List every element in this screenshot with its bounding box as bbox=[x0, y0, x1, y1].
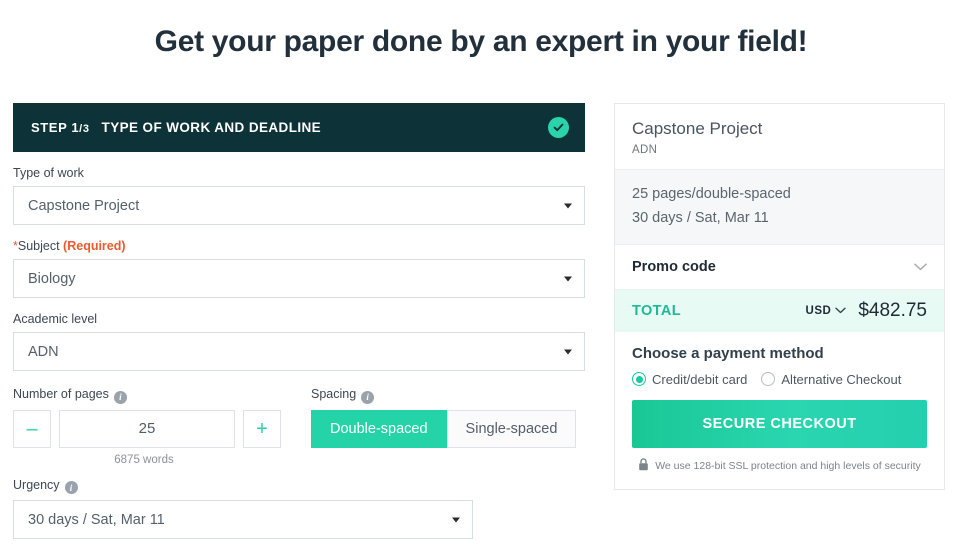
payment-option-alternative-checkout[interactable]: Alternative Checkout bbox=[761, 372, 901, 387]
type-of-work-label: Type of work bbox=[13, 166, 84, 180]
chevron-down-icon bbox=[564, 203, 572, 208]
type-of-work-field: Type of work Capstone Project bbox=[13, 166, 585, 225]
total-amount: $482.75 bbox=[858, 299, 927, 321]
subject-value: Biology bbox=[28, 270, 76, 287]
chevron-down-icon bbox=[452, 517, 460, 522]
ssl-text: We use 128-bit SSL protection and high l… bbox=[655, 459, 921, 472]
step-number-text: STEP 1 bbox=[31, 120, 80, 135]
academic-level-label: Academic level bbox=[13, 312, 98, 326]
number-of-pages-label-text: Number of pages bbox=[13, 387, 109, 401]
urgency-value: 30 days / Sat, Mar 11 bbox=[28, 511, 165, 528]
secure-checkout-button[interactable]: SECURE CHECKOUT bbox=[632, 399, 927, 448]
step-number-fraction: /3 bbox=[79, 123, 90, 135]
spacing-label-text: Spacing bbox=[311, 387, 357, 401]
pages-and-spacing-row: Number of pages i – 25 + 6875 words Spaci… bbox=[13, 387, 585, 466]
step-title: TYPE OF WORK AND DEADLINE bbox=[101, 120, 322, 135]
decrement-pages-button[interactable]: – bbox=[13, 409, 51, 448]
type-of-work-select[interactable]: Capstone Project bbox=[13, 186, 585, 225]
info-icon[interactable]: i bbox=[113, 390, 127, 404]
pages-stepper: – 25 + bbox=[13, 409, 303, 448]
order-form-page: Get your paper done by an expert in your… bbox=[0, 0, 962, 549]
promo-code-toggle[interactable]: Promo code bbox=[615, 244, 944, 289]
ssl-notice: We use 128-bit SSL protection and high l… bbox=[632, 457, 927, 474]
step-header: STEP 1/3 TYPE OF WORK AND DEADLINE bbox=[13, 103, 585, 152]
urgency-label-text: Urgency bbox=[13, 477, 60, 492]
summary-header: Capstone Project ADN bbox=[615, 104, 944, 170]
info-icon[interactable]: i bbox=[64, 481, 78, 494]
number-of-pages-label: Number of pages i bbox=[13, 387, 303, 404]
summary-subtitle: ADN bbox=[632, 144, 658, 157]
number-of-pages-field: Number of pages i – 25 + 6875 words bbox=[13, 387, 303, 466]
lock-icon bbox=[638, 457, 649, 474]
spacing-option-double[interactable]: Double-spaced bbox=[311, 409, 447, 448]
spacing-option-single[interactable]: Single-spaced bbox=[446, 409, 577, 448]
summary-title: Capstone Project bbox=[632, 119, 763, 138]
spacing-label: Spacing i bbox=[311, 387, 576, 404]
urgency-label: Urgency i bbox=[13, 477, 473, 494]
payment-option-credit-card-label: Credit/debit card bbox=[652, 371, 748, 387]
academic-level-value: ADN bbox=[28, 343, 59, 360]
academic-level-field: Academic level ADN bbox=[13, 312, 585, 371]
subject-field: *Subject (Required) Biology bbox=[13, 239, 585, 298]
payment-option-alternative-checkout-label: Alternative Checkout bbox=[781, 371, 902, 387]
subject-label: *Subject (Required) bbox=[13, 239, 585, 253]
chevron-down-icon[interactable] bbox=[835, 305, 847, 317]
summary-details: 25 pages/double-spaced 30 days / Sat, Ma… bbox=[615, 169, 944, 245]
check-circle-icon bbox=[548, 117, 569, 138]
total-label: TOTAL bbox=[632, 302, 681, 319]
urgency-field: Urgency i 30 days / Sat, Mar 11 bbox=[13, 477, 473, 539]
academic-level-select[interactable]: ADN bbox=[13, 332, 585, 371]
spacing-field: Spacing i Double-spaced Single-spaced bbox=[311, 387, 577, 466]
subject-select[interactable]: Biology bbox=[13, 259, 585, 298]
urgency-select[interactable]: 30 days / Sat, Mar 11 bbox=[13, 500, 473, 539]
radio-selected-icon bbox=[632, 372, 646, 387]
payment-section: Choose a payment method Credit/debit car… bbox=[615, 331, 944, 489]
summary-deadline-line: 30 days / Sat, Mar 11 bbox=[632, 209, 769, 226]
order-form-column: STEP 1/3 TYPE OF WORK AND DEADLINE Type … bbox=[13, 103, 585, 539]
subject-label-text: Subject bbox=[17, 239, 64, 253]
type-of-work-value: Capstone Project bbox=[28, 197, 140, 214]
page-title: Get your paper done by an expert in your… bbox=[154, 25, 808, 58]
payment-method-title: Choose a payment method bbox=[632, 344, 824, 362]
chevron-down-icon bbox=[564, 349, 572, 354]
radio-unselected-icon bbox=[761, 372, 776, 387]
increment-pages-button[interactable]: + bbox=[243, 409, 281, 448]
spacing-toggle: Double-spaced Single-spaced bbox=[311, 409, 577, 448]
total-row: TOTAL USD $482.75 bbox=[615, 288, 944, 332]
info-icon[interactable]: i bbox=[361, 390, 375, 404]
order-summary-panel: Capstone Project ADN 25 pages/double-spa… bbox=[614, 103, 945, 490]
step-number: STEP 1/3 bbox=[31, 120, 90, 135]
required-note: (Required) bbox=[63, 239, 126, 253]
payment-option-credit-card[interactable]: Credit/debit card bbox=[632, 372, 747, 387]
summary-pages-line: 25 pages/double-spaced bbox=[632, 186, 791, 203]
chevron-down-icon bbox=[914, 259, 927, 274]
chevron-down-icon bbox=[564, 276, 572, 281]
promo-code-label: Promo code bbox=[632, 258, 716, 275]
payment-method-options: Credit/debit card Alternative Checkout bbox=[632, 372, 927, 387]
word-count: 6875 words bbox=[114, 453, 174, 466]
currency-value[interactable]: USD bbox=[806, 305, 832, 317]
pages-input[interactable]: 25 bbox=[59, 409, 235, 448]
